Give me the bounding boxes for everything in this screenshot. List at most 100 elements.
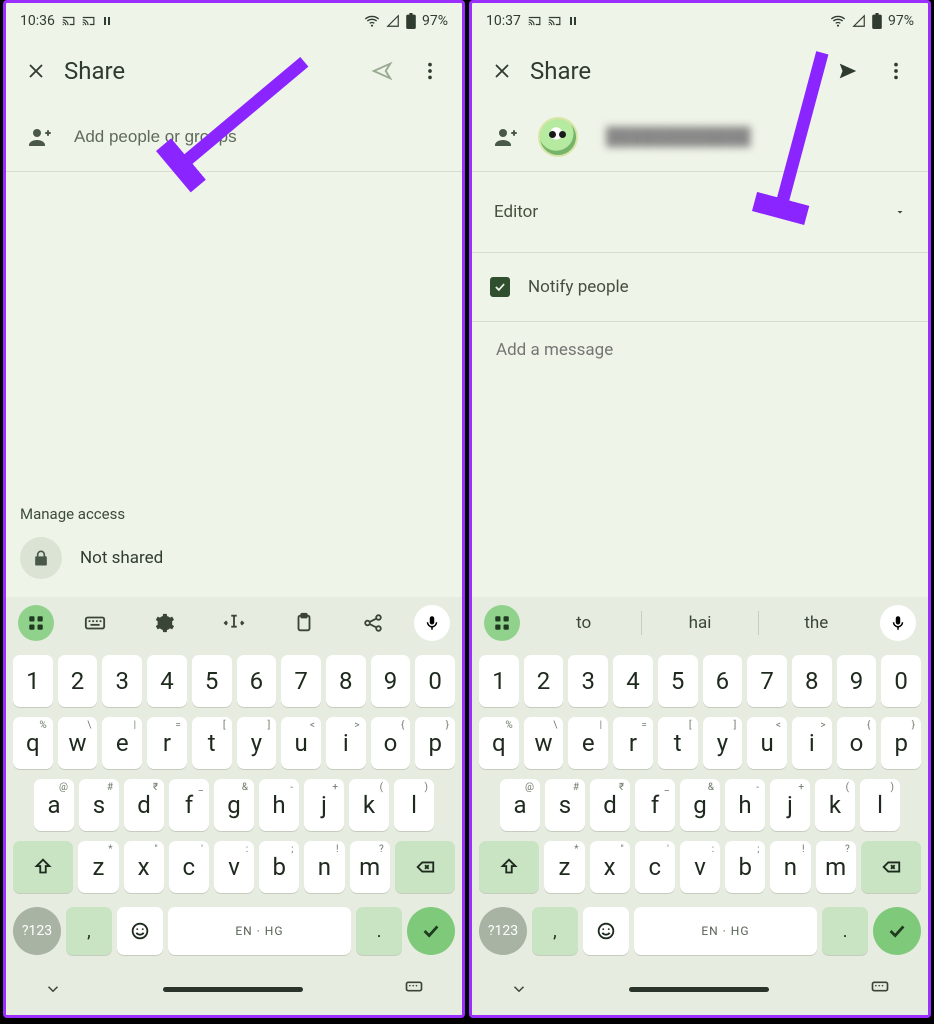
key-q[interactable]: q%: [479, 717, 519, 769]
key-p[interactable]: p}: [415, 717, 455, 769]
key-fn wide[interactable]: [479, 841, 539, 893]
key-e[interactable]: e|: [102, 717, 142, 769]
key-h[interactable]: h-: [259, 779, 299, 831]
key-a[interactable]: a@: [500, 779, 540, 831]
key-done[interactable]: [873, 907, 921, 955]
key-7[interactable]: 7: [281, 655, 321, 707]
kb-clipboard-icon[interactable]: [269, 597, 339, 649]
nav-pill[interactable]: [629, 987, 769, 992]
key-x[interactable]: x": [590, 841, 630, 893]
chevron-down-icon[interactable]: [510, 980, 528, 998]
key-1[interactable]: 1: [13, 655, 53, 707]
close-button[interactable]: [12, 47, 60, 95]
key-v[interactable]: v:: [214, 841, 254, 893]
key-f[interactable]: f_: [169, 779, 209, 831]
nav-pill[interactable]: [163, 987, 303, 992]
key-o[interactable]: o{: [837, 717, 877, 769]
key-i[interactable]: i>: [326, 717, 366, 769]
key-3[interactable]: 3: [568, 655, 608, 707]
send-button[interactable]: [824, 47, 872, 95]
key-n[interactable]: n!: [770, 841, 810, 893]
key-u[interactable]: u<: [281, 717, 321, 769]
suggestion-1[interactable]: to: [526, 613, 641, 633]
keyboard-hide-icon[interactable]: [870, 979, 890, 999]
kb-voice-icon[interactable]: [880, 605, 916, 641]
soft-keyboard[interactable]: 1234567890q%w\e|r=t[y]u<i>o{p}a@s#d₹f_g&…: [6, 597, 462, 1015]
key-y[interactable]: y]: [237, 717, 277, 769]
key-w[interactable]: w\: [524, 717, 564, 769]
kb-voice-icon[interactable]: [414, 605, 450, 641]
key-j[interactable]: j+: [770, 779, 810, 831]
message-input[interactable]: [494, 338, 910, 362]
recipient-row[interactable]: ████████████: [472, 103, 928, 172]
key-k[interactable]: k(: [815, 779, 855, 831]
key-m[interactable]: m?: [816, 841, 856, 893]
key-n[interactable]: n!: [304, 841, 344, 893]
notify-checkbox[interactable]: [490, 277, 510, 297]
suggestion-2[interactable]: hai: [642, 613, 757, 633]
key-4[interactable]: 4: [147, 655, 187, 707]
notify-row[interactable]: Notify people: [472, 253, 928, 322]
key-c[interactable]: c': [169, 841, 209, 893]
key-v[interactable]: v:: [680, 841, 720, 893]
suggestion-3[interactable]: the: [759, 613, 874, 633]
key-t[interactable]: t[: [192, 717, 232, 769]
key-r[interactable]: r=: [147, 717, 187, 769]
key-0[interactable]: 0: [881, 655, 921, 707]
key-EN · HG[interactable]: EN · HG: [634, 907, 817, 955]
key-2[interactable]: 2: [58, 655, 98, 707]
key-k[interactable]: k(: [349, 779, 389, 831]
key-i[interactable]: i>: [792, 717, 832, 769]
key-p[interactable]: p}: [881, 717, 921, 769]
key-.[interactable]: .: [356, 907, 402, 955]
add-people-input[interactable]: [72, 126, 444, 148]
overflow-button[interactable]: [406, 47, 454, 95]
key-t[interactable]: t[: [658, 717, 698, 769]
send-button[interactable]: [358, 47, 406, 95]
key-0[interactable]: 0: [415, 655, 455, 707]
keyboard-hide-icon[interactable]: [404, 979, 424, 999]
key-6[interactable]: 6: [703, 655, 743, 707]
key-[interactable]: [117, 907, 163, 955]
key-g[interactable]: g&: [680, 779, 720, 831]
key-.[interactable]: .: [822, 907, 868, 955]
key-,[interactable]: ,: [66, 907, 112, 955]
key-5[interactable]: 5: [192, 655, 232, 707]
access-state-row[interactable]: Not shared: [6, 531, 462, 597]
key-b[interactable]: b;: [725, 841, 765, 893]
key-e[interactable]: e|: [568, 717, 608, 769]
key-3[interactable]: 3: [102, 655, 142, 707]
key-fn wide[interactable]: [861, 841, 921, 893]
key-1[interactable]: 1: [479, 655, 519, 707]
key-a[interactable]: a@: [34, 779, 74, 831]
key-8[interactable]: 8: [792, 655, 832, 707]
key-l[interactable]: l): [394, 779, 434, 831]
kb-settings-icon[interactable]: [130, 597, 200, 649]
key-s[interactable]: s#: [79, 779, 119, 831]
key-4[interactable]: 4: [613, 655, 653, 707]
overflow-button[interactable]: [872, 47, 920, 95]
key-5[interactable]: 5: [658, 655, 698, 707]
kb-textselect-icon[interactable]: [199, 597, 269, 649]
key-f[interactable]: f_: [635, 779, 675, 831]
key-7[interactable]: 7: [747, 655, 787, 707]
key-fn wide[interactable]: [13, 841, 73, 893]
key-d[interactable]: d₹: [124, 779, 164, 831]
key-6[interactable]: 6: [237, 655, 277, 707]
kb-apps-icon[interactable]: [18, 605, 54, 641]
key-y[interactable]: y]: [703, 717, 743, 769]
key-o[interactable]: o{: [371, 717, 411, 769]
key-9[interactable]: 9: [371, 655, 411, 707]
key-z[interactable]: z*: [78, 841, 118, 893]
kb-share-icon[interactable]: [338, 597, 408, 649]
chevron-down-icon[interactable]: [44, 980, 62, 998]
key-m[interactable]: m?: [350, 841, 390, 893]
key-?123[interactable]: ?123: [479, 907, 527, 955]
key-j[interactable]: j+: [304, 779, 344, 831]
key-r[interactable]: r=: [613, 717, 653, 769]
key-z[interactable]: z*: [544, 841, 584, 893]
key-fn wide[interactable]: [395, 841, 455, 893]
key-w[interactable]: w\: [58, 717, 98, 769]
key-[interactable]: [583, 907, 629, 955]
key-x[interactable]: x": [124, 841, 164, 893]
